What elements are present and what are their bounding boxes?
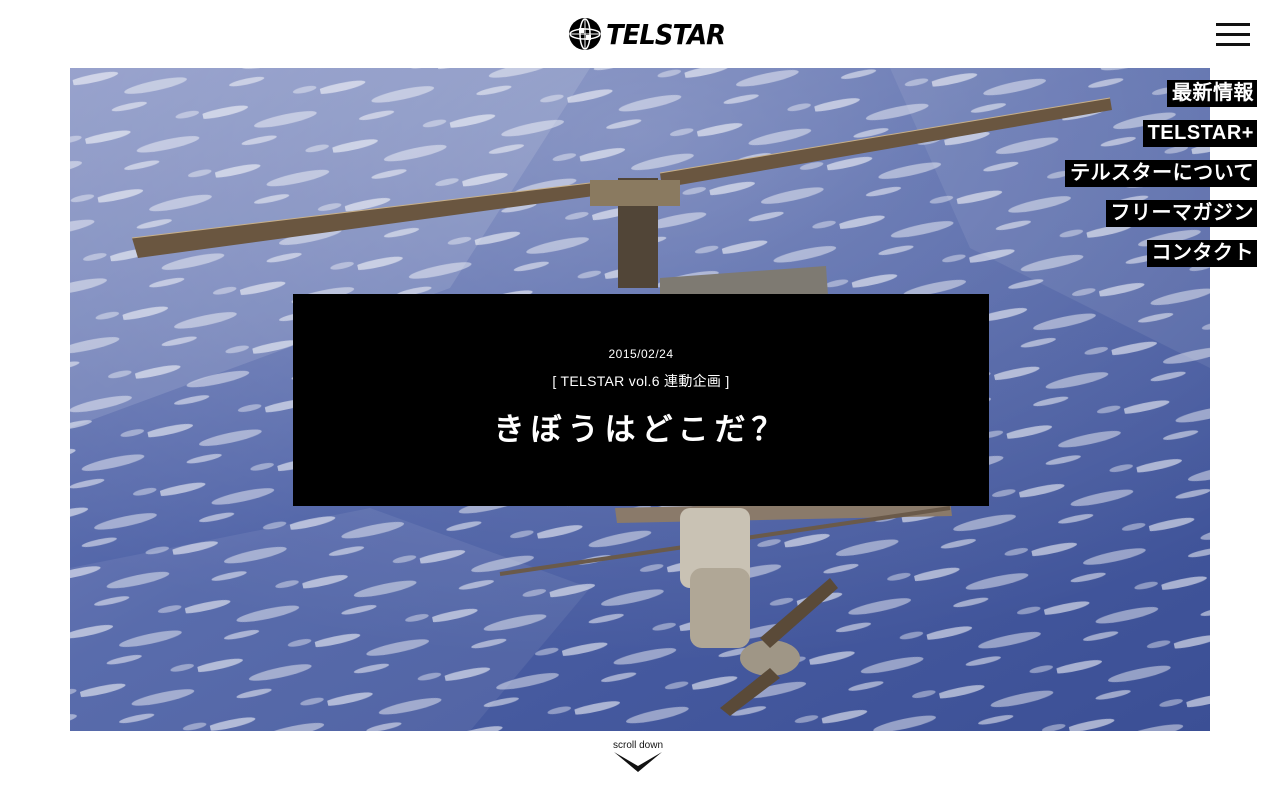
nav-item-news: 最新情報 (1065, 80, 1257, 107)
nav-link-telstar-plus[interactable]: TELSTAR+ (1142, 120, 1257, 147)
feature-article-card[interactable]: 2015/02/24 [ TELSTAR vol.6 連動企画 ] きぼうはどこ… (293, 294, 989, 506)
logo-text: TELSTAR (606, 17, 726, 51)
hamburger-menu-icon[interactable] (1216, 20, 1250, 50)
soccer-ball-icon (569, 18, 601, 50)
nav-item-contact: コンタクト (1065, 240, 1257, 267)
article-date: 2015/02/24 (608, 347, 674, 361)
main-nav: 最新情報 TELSTAR+ テルスターについて フリーマガジン コンタクト (1065, 80, 1257, 280)
nav-link-contact[interactable]: コンタクト (1146, 240, 1257, 267)
article-title: きぼうはどこだ？ (493, 412, 789, 447)
article-category: [ TELSTAR vol.6 連動企画 ] (552, 373, 730, 389)
nav-item-magazine: フリーマガジン (1065, 200, 1257, 227)
nav-link-news[interactable]: 最新情報 (1167, 80, 1257, 107)
scroll-down-label: scroll down (612, 740, 664, 751)
nav-item-about: テルスターについて (1065, 160, 1257, 187)
nav-item-telstar-plus: TELSTAR+ (1065, 120, 1257, 147)
telstar-logo[interactable]: TELSTAR (568, 16, 735, 52)
chevron-down-icon (614, 752, 662, 772)
nav-link-magazine[interactable]: フリーマガジン (1105, 200, 1257, 227)
nav-link-about[interactable]: テルスターについて (1065, 160, 1257, 187)
scroll-down-button[interactable]: scroll down (604, 740, 672, 772)
